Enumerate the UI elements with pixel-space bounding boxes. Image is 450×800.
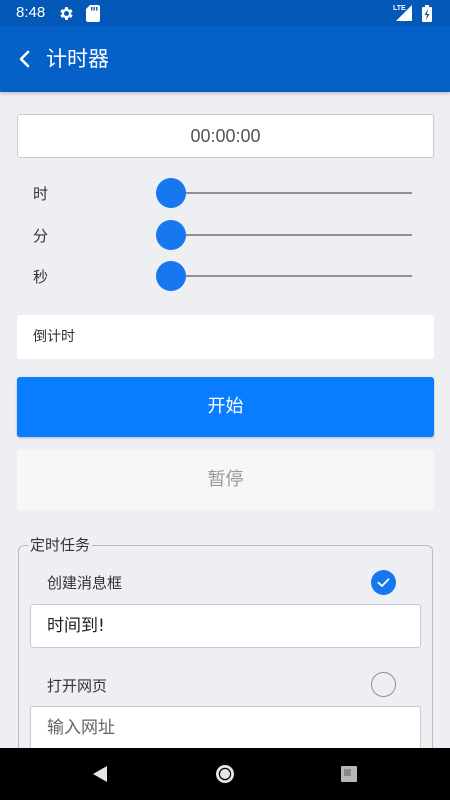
status-time: 8:48 [16, 4, 46, 21]
hours-label: 时 [33, 185, 49, 203]
start-button[interactable]: 开始 [17, 377, 434, 437]
page-title: 计时器 [46, 47, 109, 71]
battery-icon [422, 5, 432, 22]
system-nav-bar [0, 748, 450, 800]
hours-slider-row: 时 [0, 173, 450, 213]
hours-slider-thumb[interactable] [156, 178, 186, 208]
signal-icon [396, 5, 412, 21]
seconds-label: 秒 [33, 268, 49, 286]
create-message-box-label: 创建消息框 [47, 574, 123, 592]
chevron-left-icon[interactable] [14, 46, 36, 72]
recents-nav-icon[interactable] [340, 765, 358, 783]
check-icon [377, 578, 390, 587]
seconds-slider-thumb[interactable] [156, 261, 186, 291]
status-bar: 8:48 LTE [0, 0, 450, 26]
open-webpage-checkbox[interactable] [371, 672, 396, 697]
countdown-toggle[interactable]: 倒计时 [17, 315, 434, 359]
message-text-input[interactable]: 时间到! [30, 604, 421, 648]
back-nav-icon[interactable] [91, 764, 109, 784]
app-bar: 计时器 [0, 26, 450, 92]
seconds-slider-track[interactable] [172, 275, 412, 277]
pause-button[interactable]: 暂停 [17, 450, 434, 510]
minutes-label: 分 [33, 227, 49, 245]
minutes-slider-row: 分 [0, 215, 450, 255]
scheduled-tasks-legend: 定时任务 [28, 535, 93, 555]
minutes-slider-thumb[interactable] [156, 220, 186, 250]
url-input[interactable]: 输入网址 [30, 706, 421, 750]
hours-slider-track[interactable] [172, 192, 412, 194]
create-message-box-checkbox[interactable] [371, 570, 396, 595]
home-nav-icon[interactable] [214, 763, 236, 785]
timer-display: 00:00:00 [17, 114, 434, 158]
sd-card-icon [86, 5, 100, 22]
seconds-slider-row: 秒 [0, 256, 450, 296]
open-webpage-label: 打开网页 [47, 677, 108, 695]
settings-icon [60, 7, 73, 20]
minutes-slider-track[interactable] [172, 234, 412, 236]
